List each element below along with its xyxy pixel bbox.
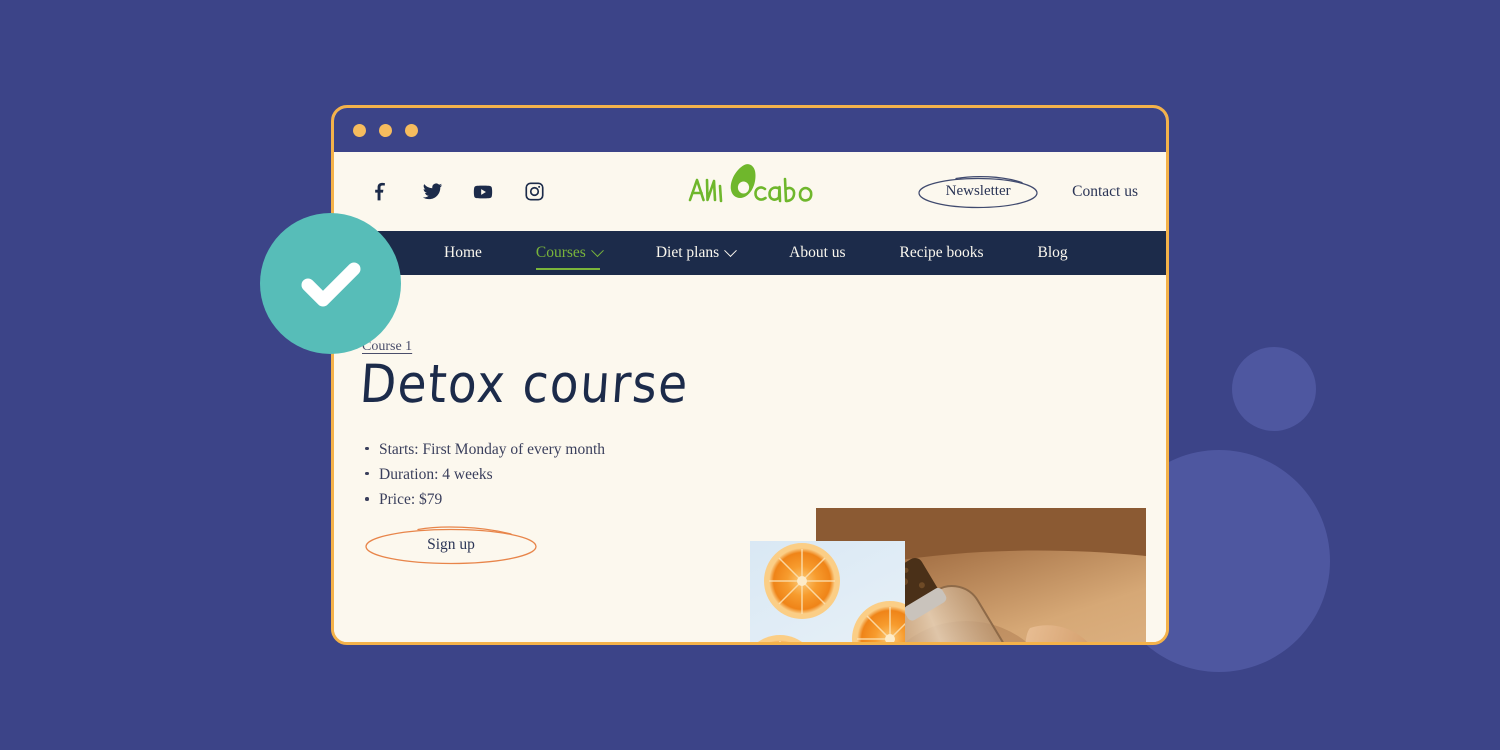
nav-item-about-us[interactable]: About us — [789, 244, 845, 262]
window-minimize-dot[interactable] — [379, 123, 392, 137]
header-actions: Newsletter Contact us — [916, 173, 1138, 211]
hero-section: Course 1 Detox course Starts: First Mond… — [334, 275, 1166, 642]
page-title: Detox course — [357, 353, 691, 416]
background-circle-small — [1232, 347, 1316, 431]
social-links — [370, 181, 545, 203]
main-navigation: Home Courses Diet plans About us Recipe … — [334, 231, 1166, 275]
hero-copy: Course 1 Detox course Starts: First Mond… — [358, 337, 732, 512]
nav-item-label: Home — [444, 244, 482, 261]
list-item: Starts: First Monday of every month — [362, 437, 732, 462]
browser-window: Avocado Newsletter Contact us Home Cours… — [331, 105, 1169, 645]
success-check-badge — [260, 213, 401, 354]
check-icon — [301, 262, 360, 306]
nav-item-label: About us — [789, 244, 846, 261]
nav-item-label: Courses — [535, 244, 586, 261]
window-close-dot[interactable] — [353, 123, 366, 137]
newsletter-label: Newsletter — [945, 183, 1011, 199]
site-header: Avocado Newsletter Contact us — [334, 152, 1166, 231]
nav-item-label: Blog — [1037, 244, 1068, 261]
brand-logo[interactable]: Avocado — [684, 160, 816, 220]
nav-item-recipe-books[interactable]: Recipe books — [900, 244, 984, 262]
facebook-icon[interactable] — [370, 181, 392, 203]
sign-up-label: Sign up — [427, 536, 475, 553]
instagram-icon[interactable] — [523, 181, 545, 203]
course-details-list: Starts: First Monday of every month Dura… — [362, 437, 732, 512]
nav-item-label: Recipe books — [899, 244, 984, 261]
list-item: Price: $79 — [362, 487, 732, 512]
window-maximize-dot[interactable] — [405, 123, 418, 137]
chevron-down-icon — [590, 243, 604, 257]
nav-item-label: Diet plans — [655, 244, 720, 261]
contact-us-link[interactable]: Contact us — [1072, 183, 1138, 201]
nav-item-diet-plans[interactable]: Diet plans — [655, 243, 737, 262]
newsletter-button[interactable]: Newsletter — [916, 173, 1040, 211]
nav-item-home[interactable]: Home — [444, 244, 482, 262]
orange-slices-photo — [750, 541, 905, 642]
browser-title-bar — [334, 108, 1166, 152]
nav-active-underline — [535, 268, 600, 270]
youtube-icon[interactable] — [472, 181, 494, 203]
sign-up-button[interactable]: Sign up — [363, 523, 539, 567]
twitter-icon[interactable] — [421, 181, 443, 203]
chevron-down-icon — [724, 243, 737, 257]
nav-item-blog[interactable]: Blog — [1038, 244, 1068, 262]
list-item: Duration: 4 weeks — [362, 462, 732, 487]
nav-item-courses[interactable]: Courses — [535, 243, 604, 270]
